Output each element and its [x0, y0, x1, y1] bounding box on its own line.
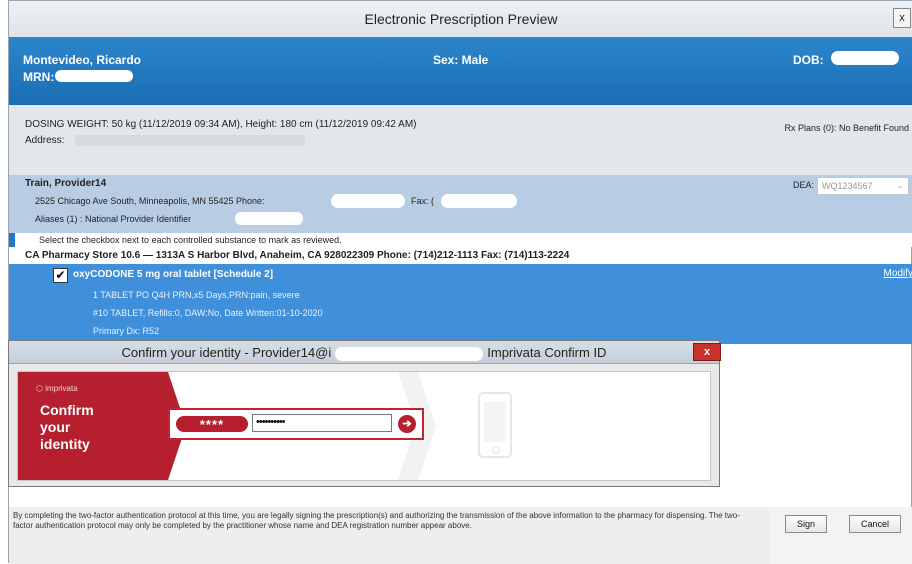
pin-input[interactable]: ••••••••••: [252, 414, 392, 432]
legal-text: By completing the two-factor authenticat…: [13, 511, 740, 530]
window-title: Electronic Prescription Preview: [364, 11, 558, 27]
fax-label: Fax: (: [411, 196, 435, 206]
button-area: Sign Cancel: [769, 507, 912, 564]
sign-button[interactable]: Sign: [785, 515, 827, 533]
dialog-titlebar: Confirm your identity - Provider14@i Impr…: [9, 341, 721, 364]
modify-link[interactable]: Modify: [884, 268, 912, 279]
reviewed-checkbox[interactable]: ✔: [53, 268, 68, 283]
imprivata-logo: ⬡ imprivata: [36, 384, 78, 393]
rx-plans: Rx Plans (0): No Benefit Found: [784, 123, 909, 133]
cancel-button[interactable]: Cancel: [849, 515, 901, 533]
dialog-close-button[interactable]: x: [693, 343, 721, 361]
patient-sex: Sex: Male: [433, 53, 489, 67]
legal-notice: By completing the two-factor authenticat…: [9, 507, 769, 564]
mrn-label: MRN:: [23, 70, 55, 84]
phone-redacted: [331, 194, 405, 208]
rx-sig: 1 TABLET PO Q4H PRN,x5 Days,PRN:pain, se…: [93, 290, 300, 300]
dob-label: DOB:: [793, 53, 824, 67]
pharmacy-text: CA Pharmacy Store 10.6 — 1313A S Harbor …: [25, 250, 570, 261]
dea-select[interactable]: WQ1234567 ⌄: [817, 177, 909, 195]
patient-name: Montevideo, Ricardo: [23, 53, 142, 67]
rx-primary-dx: Primary Dx: R52: [93, 326, 160, 336]
window-titlebar: Electronic Prescription Preview x: [9, 1, 912, 38]
submit-arrow-icon[interactable]: ➔: [398, 415, 416, 433]
prescription-row: ✔ oxyCODONE 5 mg oral tablet [Schedule 2…: [9, 264, 912, 344]
window-close-button[interactable]: x: [893, 8, 911, 28]
mrn-redacted: [55, 70, 133, 82]
dosing-weight: DOSING WEIGHT: 50 kg (11/12/2019 09:34 A…: [25, 119, 417, 130]
review-instruction: Select the checkbox next to each control…: [9, 233, 912, 247]
phone-button: [492, 446, 500, 454]
fax-redacted: [441, 194, 517, 208]
address-label: Address:: [25, 135, 65, 146]
provider-name: Train, Provider14: [25, 178, 107, 189]
dosing-section: DOSING WEIGHT: 50 kg (11/12/2019 09:34 A…: [9, 105, 912, 175]
npi-redacted: [235, 212, 303, 225]
drug-name: oxyCODONE 5 mg oral tablet [Schedule 2]: [73, 269, 274, 280]
dialog-title: Confirm your identity - Provider14@i Impr…: [9, 345, 719, 361]
pin-entry-box: **** •••••••••• ➔: [168, 408, 424, 440]
confirm-identity-heading: Confirm your identity: [40, 402, 94, 452]
chevron-down-icon: ⌄: [896, 180, 904, 190]
provider-section: Train, Provider14 2525 Chicago Ave South…: [9, 175, 912, 233]
instruction-text: Select the checkbox next to each control…: [39, 235, 342, 245]
dialog-title-left: Confirm your identity - Provider14@i: [121, 345, 332, 360]
provider-aliases: Aliases (1) : National Provider Identifi…: [35, 214, 192, 224]
provider-address: 2525 Chicago Ave South, Minneapolis, MN …: [35, 196, 265, 206]
pharmacy-line: CA Pharmacy Store 10.6 — 1313A S Harbor …: [9, 248, 912, 263]
patient-banner: Montevideo, Ricardo MRN: Sex: Male DOB:: [9, 37, 912, 105]
dea-value: WQ1234567: [822, 181, 873, 191]
imprivata-confirm-dialog: Confirm your identity - Provider14@i Impr…: [8, 340, 721, 487]
dob-redacted: [831, 51, 899, 65]
phone-screen: [484, 402, 506, 442]
address-redacted: [75, 135, 305, 146]
dialog-title-right: Imprivata Confirm ID: [487, 345, 607, 360]
pin-label: ****: [176, 416, 248, 432]
dea-label: DEA:: [793, 180, 815, 190]
rx-dispense: #10 TABLET, Refills:0, DAW:No, Date Writ…: [93, 308, 323, 318]
username-redacted: [335, 346, 484, 361]
dialog-body: ⬡ imprivata Confirm your identity **** •…: [17, 371, 711, 481]
phone-icon: [478, 392, 512, 458]
instruction-accent-bar: [9, 233, 15, 247]
imprivata-brand-panel: ⬡ imprivata Confirm your identity: [18, 372, 168, 480]
